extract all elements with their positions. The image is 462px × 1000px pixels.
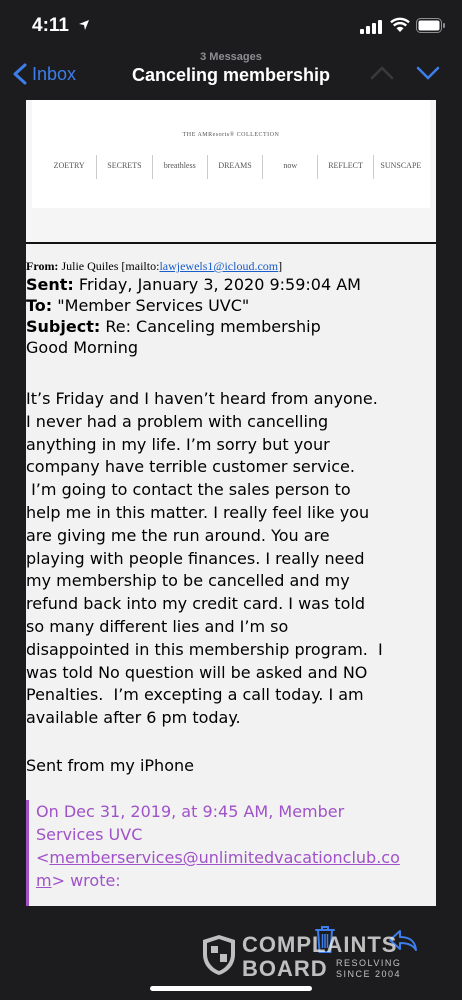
to-label: To: [26,296,53,315]
wifi-icon [390,17,410,32]
battery-icon [416,18,445,33]
message-line: anything in my life. I’m sorry but your [26,434,330,454]
signature: Sent from my iPhone [26,756,194,775]
banner-heading: THE AMResorts® COLLECTION [182,132,280,138]
from-label: From: [26,259,59,273]
message-count: 3 Messages [200,51,262,63]
brand-logos: ZOETRY SECRETS breathless DREAMS now REF… [42,155,428,179]
message-text: It’s Friday and I haven’t heard from any… [26,388,436,730]
message-line: playing with people finances. I really n… [26,548,365,568]
message-line: disappointed in this membership program.… [26,639,383,659]
next-message-chevron-down-icon[interactable] [416,66,440,80]
message-line: It’s Friday and I haven’t heard from any… [26,389,378,408]
message-line: I’m going to contact the sales person to [26,480,351,500]
brand-logo: DREAMS [208,155,264,179]
from-name: Julie Quiles [mailto: [61,259,160,273]
from-close: ] [278,259,283,273]
brand-logo: REFLECT [318,155,374,179]
location-arrow-icon [79,20,89,30]
brand-logo: SUNSCAPE [380,161,422,170]
message-line: company have terrible customer service. [26,457,355,477]
subject-value: Re: Canceling membership [105,317,321,336]
divider [26,242,436,244]
brand-logo: now [263,155,319,179]
message-line: refund back into my credit card. I was t… [26,594,366,614]
quote-line: Services UVC [36,825,143,844]
complaintsboard-shield-logo [203,935,235,975]
to-header: To: "Member Services UVC" [26,295,436,316]
quote-email-link[interactable]: memberservices@unlimitedvacationclub.co [49,848,399,867]
quote-line: On Dec 31, 2019, at 9:45 AM, Member [36,802,345,821]
home-indicator[interactable] [150,986,312,991]
quoted-message: On Dec 31, 2019, at 9:45 AM, Member Serv… [26,800,436,906]
watermark-complaints: COMPLAINTS [242,932,398,957]
sent-label: Sent: [26,275,74,294]
navigation-bar: Inbox 3 Messages Canceling membership [0,46,462,100]
previous-message-chevron-up-icon[interactable] [370,66,394,80]
quote-line: m> wrote: [36,869,436,892]
brand-logo: ZOETRY [42,155,98,179]
cellular-signal-icon [360,20,382,34]
watermark-board: BOARD [242,956,328,981]
brand-logo: breathless [153,155,208,179]
from-header: From: Julie Quiles [mailto:lawjewels1@ic… [26,259,436,274]
sent-header: Sent: Friday, January 3, 2020 9:59:04 AM [26,274,436,295]
message-line: was told No question will be asked and N… [26,662,368,682]
message-line: available after 6 pm today. [26,708,241,728]
message-body: THE AMResorts® COLLECTION ZOETRY SECRETS… [26,100,436,906]
message-line: help me in this matter. I really feel li… [26,502,370,522]
message-line: my membership to be cancelled and my [26,571,350,591]
message-line: are giving me the run around. You are [26,525,330,545]
quote-prefix: < [36,848,50,867]
from-email-link[interactable]: lawjewels1@icloud.com [159,259,278,273]
subject-header: Subject: Re: Canceling membership [26,316,436,337]
quote-email-link-end[interactable]: m [36,871,52,890]
sent-value: Friday, January 3, 2020 9:59:04 AM [78,275,361,294]
status-bar: 4:11 [0,0,462,46]
quote-suffix: > wrote: [51,871,121,890]
status-time: 4:11 [32,15,69,36]
brand-logo: SECRETS [97,155,153,179]
quote-line: <memberservices@unlimitedvacationclub.co [36,846,436,869]
message-line: Penalties. I’m excepting a call today. I… [26,685,364,705]
greeting: Good Morning [26,338,138,357]
to-value: "Member Services UVC" [57,296,250,315]
message-line: I never had a problem with cancelling [26,411,329,431]
message-line: so many different lies and I’m so [26,616,289,636]
watermark-resolving: RESOLVING [336,958,402,968]
banner-image: THE AMResorts® COLLECTION ZOETRY SECRETS… [32,100,430,208]
watermark-since: SINCE 2004 [336,969,402,979]
subject-label: Subject: [26,317,101,336]
resort-banner: THE AMResorts® COLLECTION ZOETRY SECRETS… [26,100,436,242]
